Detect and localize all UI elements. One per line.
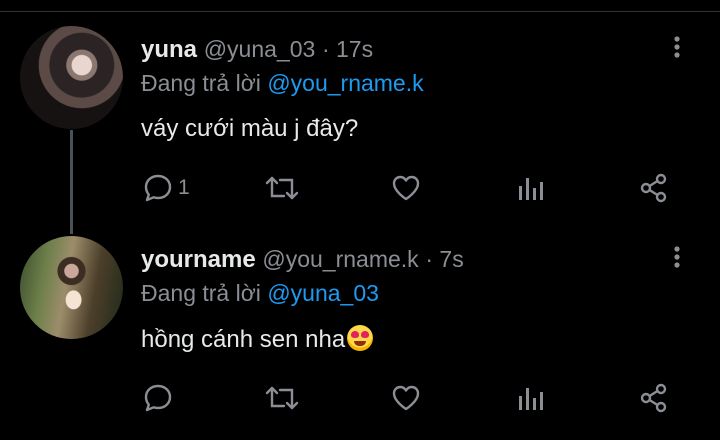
more-vertical-icon[interactable] (664, 34, 690, 60)
avatar[interactable] (20, 26, 123, 129)
heart-icon (392, 175, 420, 201)
share-icon (640, 383, 667, 413)
comment-icon (144, 174, 172, 202)
user-handle[interactable]: @you_rname.k (262, 246, 418, 272)
heart-icon (392, 385, 420, 411)
heart-eyes-emoji-icon (347, 325, 374, 351)
retweet-button[interactable] (264, 172, 300, 204)
bar-chart-icon (519, 178, 543, 200)
like-button[interactable] (390, 172, 422, 204)
reply-count: 1 (178, 176, 190, 199)
replying-to-label: Đang trả lời (141, 280, 261, 306)
timestamp[interactable]: · 7s (425, 246, 463, 272)
tweet-text: hồng cánh sen nha (141, 326, 346, 353)
analytics-button[interactable] (516, 382, 546, 414)
tweet[interactable]: yuna @yuna_03 · 17s Đang trả lời @you_rn… (0, 12, 720, 234)
like-button[interactable] (390, 382, 422, 414)
avatar[interactable] (20, 236, 123, 339)
action-bar: 1 (0, 172, 720, 208)
replying-to-label: Đang trả lời (141, 70, 261, 96)
retweet-icon (265, 386, 299, 410)
timestamp[interactable]: · 17s (322, 36, 373, 62)
replying-to: Đang trả lời @you_rname.k (141, 70, 424, 97)
analytics-button[interactable] (516, 172, 546, 204)
tweet-header: yourname @you_rname.k · 7s (141, 246, 464, 274)
share-button[interactable] (638, 172, 670, 204)
reply-button[interactable]: 1 (142, 172, 190, 204)
replying-to: Đang trả lời @yuna_03 (141, 280, 379, 307)
tweet-text-container: hồng cánh sen nha (141, 325, 374, 354)
more-vertical-icon[interactable] (664, 244, 690, 270)
share-icon (640, 173, 667, 203)
tweet[interactable]: yourname @you_rname.k · 7s Đang trả lời … (0, 222, 720, 440)
replying-to-link[interactable]: @you_rname.k (267, 70, 423, 96)
comment-icon (144, 384, 172, 412)
bar-chart-icon (519, 388, 543, 410)
tweet-header: yuna @yuna_03 · 17s (141, 36, 373, 64)
replying-to-link[interactable]: @yuna_03 (267, 280, 379, 306)
share-button[interactable] (638, 382, 670, 414)
tweet-text: váy cưới màu j đây? (141, 115, 359, 142)
reply-button[interactable] (142, 382, 178, 414)
action-bar (0, 382, 720, 418)
retweet-icon (265, 176, 299, 200)
retweet-button[interactable] (264, 382, 300, 414)
display-name[interactable]: yuna (141, 36, 197, 63)
top-divider (0, 0, 720, 12)
user-handle[interactable]: @yuna_03 (204, 36, 316, 62)
display-name[interactable]: yourname (141, 246, 256, 273)
